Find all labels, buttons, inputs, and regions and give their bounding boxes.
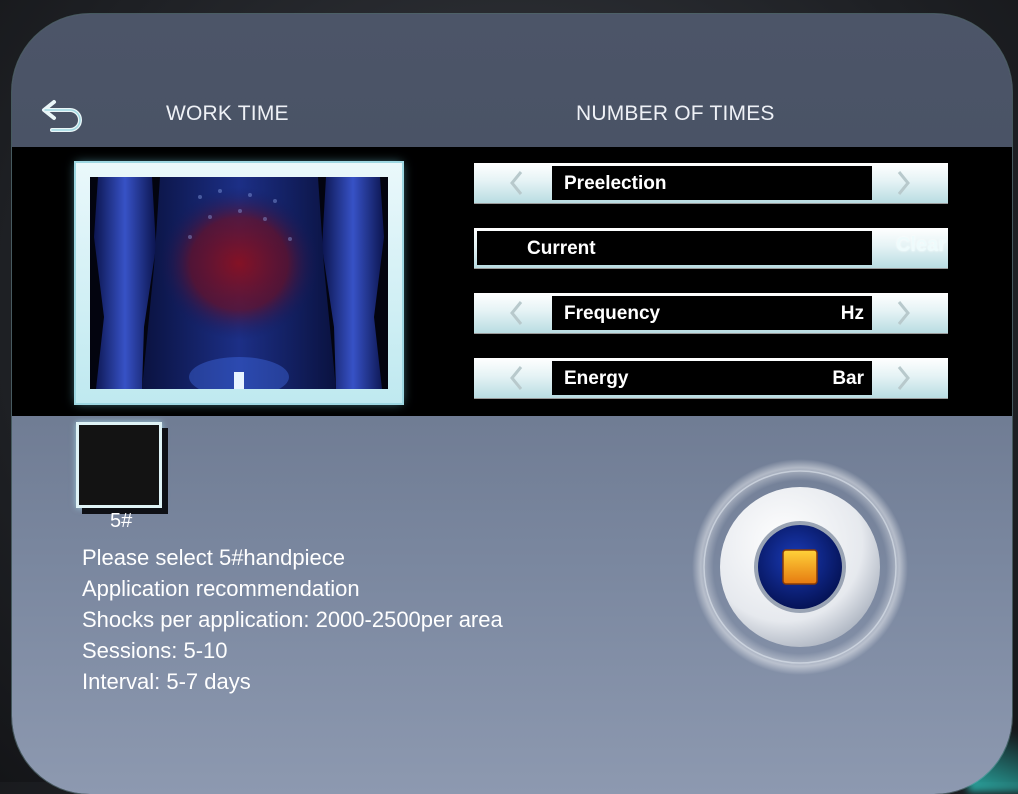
sessions-text: Sessions: 5-10: [82, 638, 228, 663]
preelection-display: Preelection: [552, 166, 872, 200]
chevron-right-icon[interactable]: [888, 299, 918, 327]
chevron-left-icon[interactable]: [502, 169, 532, 197]
current-label: Current: [527, 238, 596, 259]
energy-label: Energy: [564, 368, 629, 389]
control-band: Preelection Current Clear Frequency Hz E…: [12, 147, 1012, 416]
frequency-display: Frequency Hz: [552, 296, 872, 330]
treatment-area-image-frame: [76, 163, 402, 403]
main-panel: WORK TIME NUMBER OF TIMES Preelection Cu…: [12, 14, 1012, 794]
work-time-label: WORK TIME: [166, 102, 289, 125]
frequency-unit: Hz: [840, 303, 864, 324]
back-arrow-icon[interactable]: [40, 96, 88, 136]
handpiece-selector[interactable]: [76, 422, 162, 508]
stop-button[interactable]: [690, 457, 910, 677]
shocks-per-application-text: Shocks per application: 2000-2500per are…: [82, 607, 503, 632]
handpiece-label: 5#: [110, 510, 133, 532]
current-control: Current Clear: [474, 228, 948, 268]
chevron-right-icon[interactable]: [888, 364, 918, 392]
interval-text: Interval: 5-7 days: [82, 669, 251, 694]
preelection-control: Preelection: [474, 163, 948, 203]
recommendation-text: Please select 5#handpiece Application re…: [82, 542, 503, 697]
header-bar: WORK TIME NUMBER OF TIMES: [12, 14, 1012, 147]
application-recommendation-text: Application recommendation: [82, 576, 360, 601]
chevron-left-icon[interactable]: [502, 364, 532, 392]
chevron-right-icon[interactable]: [888, 169, 918, 197]
number-of-times-label: NUMBER OF TIMES: [576, 102, 775, 125]
energy-display: Energy Bar: [552, 361, 872, 395]
preelection-label: Preelection: [564, 173, 667, 194]
chevron-left-icon[interactable]: [502, 299, 532, 327]
clear-button[interactable]: Clear: [896, 234, 946, 257]
select-handpiece-text: Please select 5#handpiece: [82, 545, 345, 570]
abdomen-body-image: [90, 177, 388, 389]
frequency-control: Frequency Hz: [474, 293, 948, 333]
current-display: Current: [477, 231, 872, 265]
energy-control: Energy Bar: [474, 358, 948, 398]
frequency-label: Frequency: [564, 303, 661, 324]
energy-unit: Bar: [832, 368, 864, 389]
